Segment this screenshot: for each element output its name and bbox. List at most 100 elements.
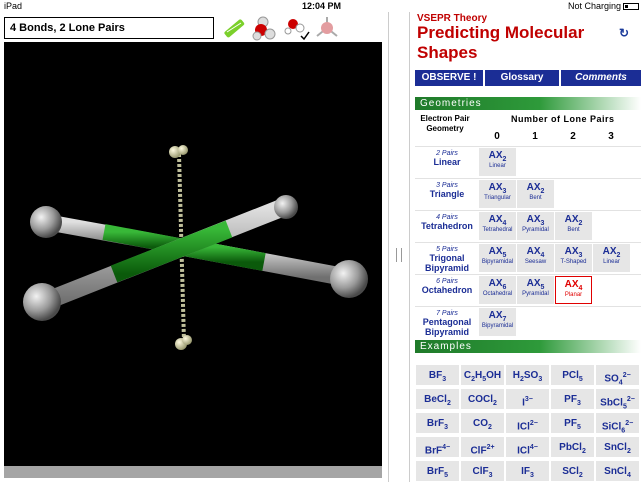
shape-name: Pyramidal (522, 291, 549, 297)
example-molecule[interactable]: SbCl52− (595, 388, 640, 410)
shape-name: Linear (603, 259, 620, 265)
shape-formula: AX7 (488, 310, 507, 323)
shape-cell[interactable]: AX2 Bent (517, 180, 554, 208)
example-molecule[interactable]: SnCl2 (595, 436, 640, 458)
shape-formula: AX2 (564, 214, 583, 227)
shape-formula: AX4 (526, 246, 545, 259)
example-molecule[interactable]: COCl2 (460, 388, 505, 410)
shape-cell[interactable]: AX4 Seesaw (517, 244, 554, 272)
example-molecule[interactable]: CO2 (460, 412, 505, 434)
shape-name: Octahedral (482, 291, 513, 297)
electron-pair-header: Electron Pair Geometry (420, 114, 470, 133)
pairs-label: 4 Pairs (436, 214, 458, 221)
battery-status: Not Charging (568, 1, 639, 11)
shape-formula: AX2 (602, 246, 621, 259)
example-molecule[interactable]: SO42− (595, 364, 640, 386)
geometry-row-label: 4 Pairs Tetrahedron (415, 214, 479, 231)
geometry-row: 3 Pairs Triangle AX3 Triangular AX2 Bent (415, 178, 641, 208)
left-panel: 4 Bonds, 2 Lone Pairs (0, 12, 388, 482)
geometry-name: Triangle (429, 189, 465, 199)
shape-name: Linear (489, 163, 506, 169)
example-molecule[interactable]: BrF4− (415, 436, 460, 458)
geometry-row: 7 Pairs Pentagonal Bipyramid AX7 Bipyramida… (415, 306, 641, 337)
nav-buttons: OBSERVE ! Glossary Comments (415, 70, 641, 86)
example-molecule[interactable]: PF3 (550, 388, 595, 410)
example-molecule[interactable]: I3− (505, 388, 550, 410)
geometry-row: 4 Pairs Tetrahedron AX4 Tetrahedral AX3 Pyram… (415, 210, 641, 240)
molecule-3d-viewer[interactable] (4, 42, 382, 466)
pairs-label: 7 Pairs (436, 310, 458, 317)
example-molecule[interactable]: ClF2+ (460, 436, 505, 458)
ligand-atom (23, 283, 61, 321)
example-molecule[interactable]: BeCl2 (415, 388, 460, 410)
shape-formula: AX6 (488, 278, 507, 291)
glossary-button[interactable]: Glossary (485, 70, 559, 86)
example-molecule[interactable]: BrF3 (415, 412, 460, 434)
example-molecule[interactable]: BF3 (415, 364, 460, 386)
example-molecule[interactable]: ClF3 (460, 460, 505, 482)
geometry-name: Linear (433, 157, 461, 167)
geometry-row-label: 2 Pairs Linear (415, 150, 479, 167)
viewer-scrollbar[interactable] (4, 466, 382, 478)
divider-grip-icon[interactable] (396, 248, 402, 262)
lone-pair-lobe (178, 145, 188, 155)
app-title: Predicting Molecular Shapes (417, 23, 585, 62)
shape-cell[interactable]: AX7 Bipyramidal (479, 308, 516, 336)
example-molecule[interactable]: ICl2− (505, 412, 550, 434)
geometries-header: Geometries (415, 97, 641, 110)
geometry-row-label: 5 Pairs Trigonal Bipyramid (415, 246, 479, 273)
shape-cell[interactable]: AX6 Octahedral (479, 276, 516, 304)
example-molecule[interactable]: PbCl2 (550, 436, 595, 458)
example-molecule[interactable]: SCl2 (550, 460, 595, 482)
shape-cell[interactable]: AX3 T-Shaped (555, 244, 592, 272)
example-molecule[interactable]: PF5 (550, 412, 595, 434)
shape-cell[interactable]: AX2 Linear (479, 148, 516, 176)
pairs-label: 5 Pairs (436, 246, 458, 253)
geometry-row-label: 6 Pairs Octahedron (415, 278, 479, 295)
geometry-row-label: 7 Pairs Pentagonal Bipyramid (415, 310, 479, 337)
shape-name: Tetrahedral (482, 227, 513, 233)
geometry-row-label: 3 Pairs Triangle (415, 182, 479, 199)
shape-formula: AX4 (488, 214, 507, 227)
shape-cell[interactable]: AX3 Triangular (479, 180, 516, 208)
shape-cell[interactable]: AX2 Bent (555, 212, 592, 240)
shape-cell[interactable]: AX4 Tetrahedral (479, 212, 516, 240)
bond-view-icon[interactable] (313, 14, 341, 42)
shape-formula: AX2 (488, 150, 507, 163)
geometry-name: Octahedron (421, 285, 473, 295)
comments-button[interactable]: Comments (561, 70, 641, 86)
example-molecule[interactable]: SnCl4 (595, 460, 640, 482)
shape-name: Triangular (484, 195, 511, 201)
octahedral-molecule (23, 145, 368, 350)
lone-pairs-toggle-icon[interactable] (220, 14, 248, 42)
shape-cell[interactable]: AX2 Linear (593, 244, 630, 272)
shape-name: Seesaw (524, 259, 547, 265)
shape-cell[interactable]: AX3 Pyramidal (517, 212, 554, 240)
right-panel: VSEPR Theory Predicting Molecular Shapes… (411, 12, 643, 482)
example-molecule[interactable]: C2H5OH (460, 364, 505, 386)
ligand-atom (330, 260, 368, 298)
example-molecule[interactable]: ICl4− (505, 436, 550, 458)
shape-formula: AX4 (564, 279, 583, 292)
refresh-icon[interactable]: ↻ (619, 26, 629, 40)
shape-cell[interactable]: AX4 Planar (555, 276, 592, 304)
pairs-label: 3 Pairs (436, 182, 458, 189)
example-molecule[interactable]: IF3 (505, 460, 550, 482)
ligand-atom (30, 206, 62, 238)
example-molecule[interactable]: H2SO3 (505, 364, 550, 386)
geometry-name: Pentagonal Bipyramid (422, 317, 472, 337)
split-divider[interactable] (388, 12, 410, 482)
shape-cell[interactable]: AX5 Bipyramidal (479, 244, 516, 272)
example-molecule[interactable]: BrF5 (415, 460, 460, 482)
molecule-model-icon[interactable] (251, 14, 279, 42)
geometry-row: 5 Pairs Trigonal Bipyramid AX5 Bipyramidal A… (415, 242, 641, 273)
example-molecule[interactable]: SiCl62− (595, 412, 640, 434)
example-molecule[interactable]: PCl5 (550, 364, 595, 386)
shape-formula: AX5 (488, 246, 507, 259)
ligand-atom (274, 195, 298, 219)
shape-name: T-Shaped (560, 259, 587, 265)
shape-name: Bipyramidal (481, 259, 514, 265)
angle-display-icon[interactable] (283, 14, 311, 42)
observe-button[interactable]: OBSERVE ! (415, 70, 483, 86)
shape-cell[interactable]: AX5 Pyramidal (517, 276, 554, 304)
